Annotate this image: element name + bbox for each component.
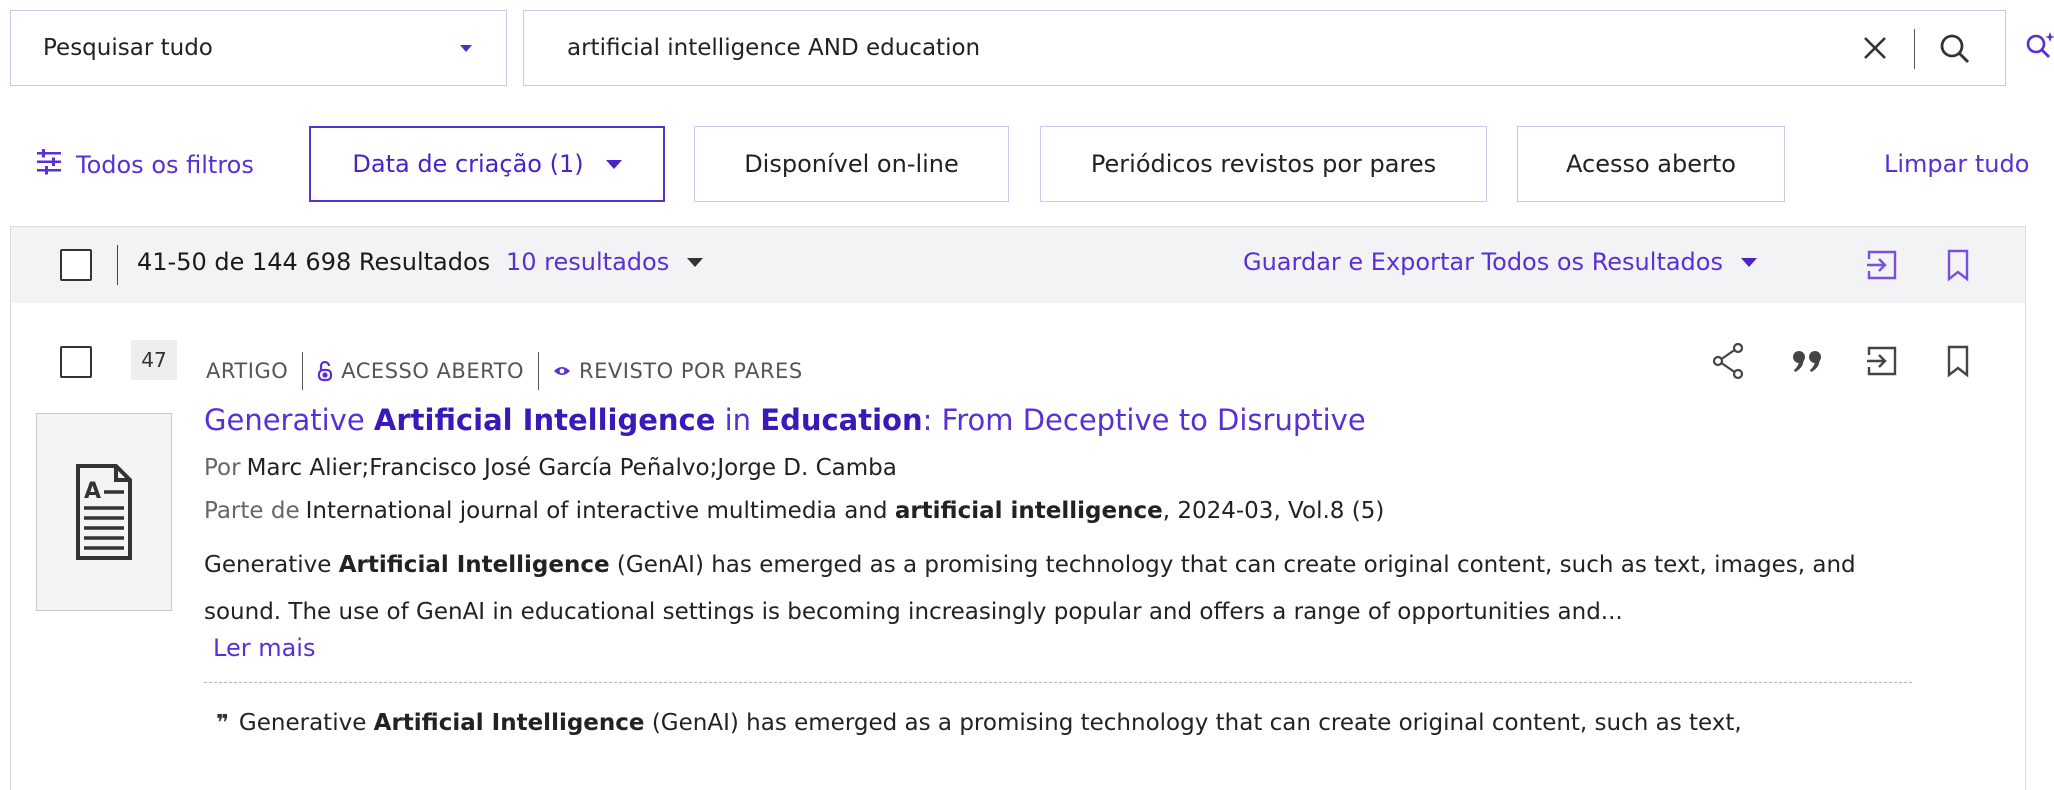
svg-text:A: A bbox=[84, 479, 101, 504]
record-snippet: ❞ Generative Artificial Intelligence (Ge… bbox=[216, 710, 1742, 736]
export-icon[interactable] bbox=[1864, 247, 1900, 283]
snippet-text: Generative bbox=[238, 710, 367, 736]
filter-open-access[interactable]: Acesso aberto bbox=[1517, 126, 1785, 202]
read-more-link[interactable]: Ler mais bbox=[213, 634, 315, 662]
chevron-down-icon bbox=[460, 45, 472, 52]
record-source-line: Parte de International journal of interac… bbox=[204, 498, 1384, 524]
title-part: Generative bbox=[204, 403, 374, 437]
record-number: 47 bbox=[131, 340, 177, 380]
chevron-down-icon bbox=[687, 257, 704, 267]
page-size-label: 10 resultados bbox=[506, 248, 670, 276]
record-checkbox[interactable] bbox=[60, 346, 92, 378]
open-access-label: ACESSO ABERTO bbox=[341, 359, 525, 383]
clear-search-icon[interactable] bbox=[1860, 33, 1890, 63]
meta-divider bbox=[302, 352, 304, 390]
record-abstract: Generative Artificial Intelligence (GenA… bbox=[204, 542, 1904, 636]
document-icon: A bbox=[76, 464, 132, 560]
filter-creation-date[interactable]: Data de criação (1) bbox=[309, 126, 665, 202]
results-count: 41-50 de 144 698 Resultados bbox=[137, 248, 491, 276]
filter-peer-reviewed-label: Periódicos revistos por pares bbox=[1090, 150, 1437, 178]
abstract-highlight: Artificial Intelligence bbox=[338, 552, 610, 578]
title-highlight: Education bbox=[760, 403, 923, 437]
eye-icon bbox=[553, 365, 571, 377]
filters-sliders-icon bbox=[36, 149, 62, 181]
page-size-select[interactable]: 10 resultados bbox=[506, 248, 704, 276]
search-icon[interactable] bbox=[1935, 29, 1975, 69]
bookmark-icon[interactable] bbox=[1940, 247, 1976, 283]
save-export-all-button[interactable]: Guardar e Exportar Todos os Resultados bbox=[1243, 248, 1757, 276]
article-thumbnail[interactable]: A bbox=[36, 413, 172, 611]
title-highlight: Artificial Intelligence bbox=[373, 403, 716, 437]
record-authors[interactable]: Marc Alier;Francisco José García Peñalvo… bbox=[247, 455, 897, 481]
ai-search-icon[interactable] bbox=[2024, 30, 2054, 64]
select-all-checkbox[interactable] bbox=[60, 249, 92, 281]
search-query-text: artificial intelligence AND education bbox=[567, 35, 981, 61]
filter-peer-reviewed[interactable]: Periódicos revistos por pares bbox=[1040, 126, 1487, 202]
filter-available-online-label: Disponível on-line bbox=[744, 150, 959, 178]
cite-quote-icon[interactable] bbox=[1790, 343, 1826, 379]
search-scope-select[interactable]: Pesquisar tudo bbox=[10, 10, 507, 86]
title-part: in bbox=[715, 403, 761, 437]
abstract-text: Generative bbox=[204, 552, 339, 578]
record-authors-line: Por Marc Alier;Francisco José García Peña… bbox=[204, 455, 897, 481]
clear-all-link[interactable]: Limpar tudo bbox=[1884, 150, 2029, 178]
record-type: ARTIGO bbox=[206, 359, 289, 383]
bookmark-record-icon[interactable] bbox=[1940, 343, 1976, 379]
filter-creation-date-label: Data de criação (1) bbox=[352, 150, 584, 178]
filter-open-access-label: Acesso aberto bbox=[1566, 150, 1736, 178]
share-icon[interactable] bbox=[1711, 342, 1747, 380]
source-details: , 2024-03, Vol.8 (5) bbox=[1162, 498, 1385, 524]
chevron-down-icon bbox=[605, 159, 622, 169]
snippet-divider bbox=[204, 682, 1912, 683]
record-meta: ARTIGO ACESSO ABERTO REVISTO POR PARES bbox=[206, 352, 803, 390]
source-text: International journal of interactive mul… bbox=[305, 498, 895, 524]
open-lock-icon bbox=[317, 360, 333, 382]
chevron-down-icon bbox=[1740, 257, 1757, 267]
title-part: : From Deceptive to Disruptive bbox=[922, 403, 1366, 437]
record-title-link[interactable]: Generative Artificial Intelligence in Ed… bbox=[204, 403, 1366, 437]
send-to-icon[interactable] bbox=[1864, 343, 1900, 379]
filter-available-online[interactable]: Disponível on-line bbox=[694, 126, 1009, 202]
source-highlight: artificial intelligence bbox=[894, 498, 1163, 524]
snippet-text: (GenAI) has emerged as a promising techn… bbox=[644, 710, 1742, 736]
all-filters-label: Todos os filtros bbox=[76, 151, 254, 179]
meta-divider bbox=[538, 352, 540, 390]
by-label: Por bbox=[204, 455, 241, 481]
quote-icon: ❞ bbox=[216, 710, 229, 736]
snippet-highlight: Artificial Intelligence bbox=[373, 710, 645, 736]
search-divider bbox=[1914, 29, 1915, 69]
save-export-all-label: Guardar e Exportar Todos os Resultados bbox=[1243, 248, 1723, 276]
all-filters-button[interactable]: Todos os filtros bbox=[36, 145, 254, 185]
peer-reviewed-label: REVISTO POR PARES bbox=[579, 359, 803, 383]
search-input[interactable]: artificial intelligence AND education bbox=[523, 10, 2006, 86]
search-scope-label: Pesquisar tudo bbox=[43, 35, 213, 61]
header-divider bbox=[117, 245, 118, 285]
part-of-label: Parte de bbox=[204, 498, 300, 524]
